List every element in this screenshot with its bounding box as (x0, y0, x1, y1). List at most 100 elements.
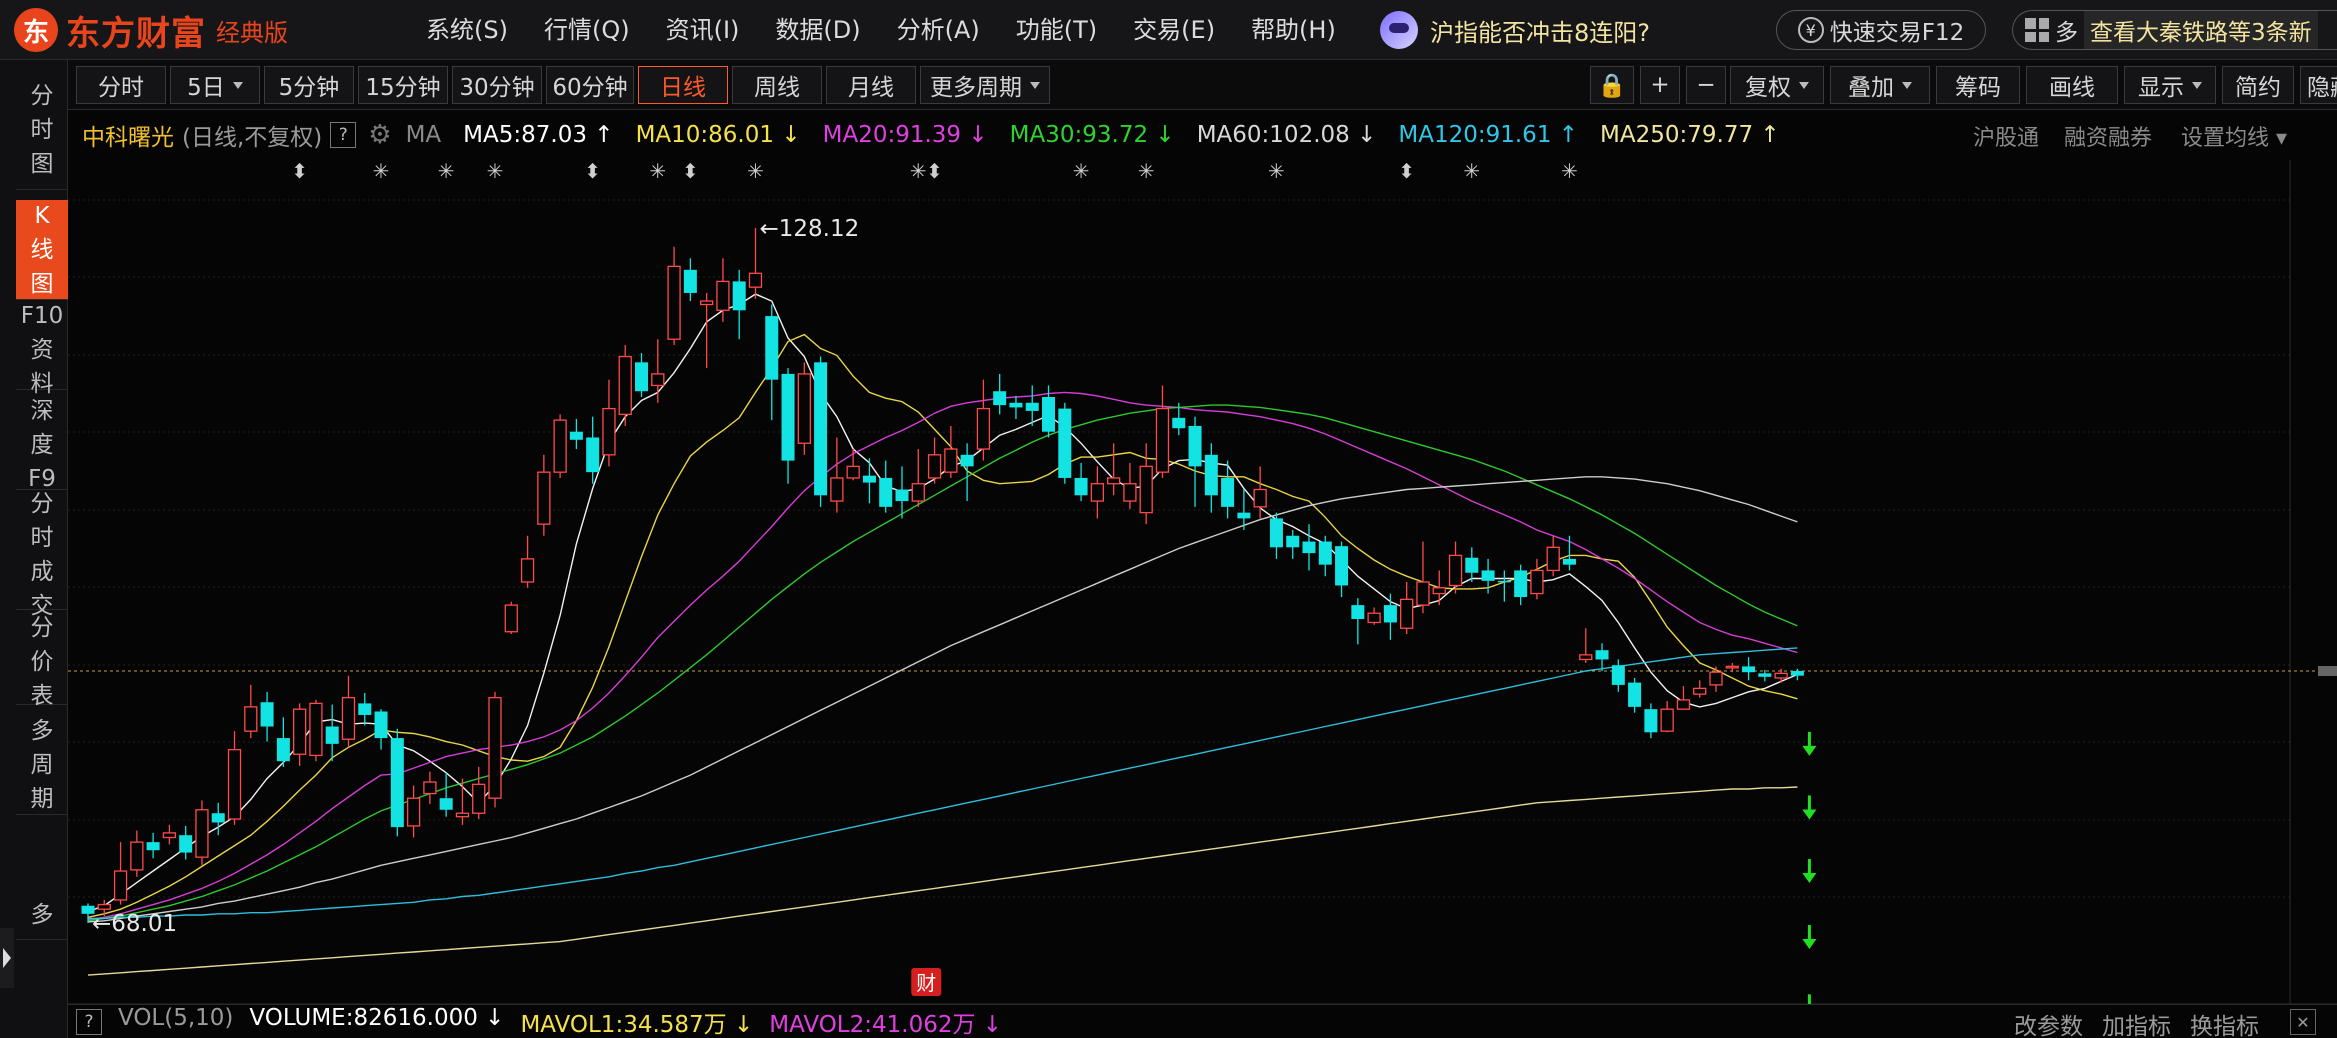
candle[interactable] (1269, 512, 1283, 559)
candle[interactable] (1562, 535, 1576, 571)
candle[interactable] (244, 684, 258, 739)
candle[interactable] (146, 832, 160, 859)
candle[interactable] (1383, 593, 1397, 640)
volume-link-2[interactable]: 换指标 (2190, 1007, 2259, 1038)
event-marker-icon[interactable]: ⬍ (926, 160, 943, 183)
assistant-robot-icon[interactable] (1380, 11, 1418, 49)
candle[interactable] (814, 356, 828, 507)
menu-item-7[interactable]: 帮助(H) (1233, 0, 1354, 60)
event-marker-icon[interactable]: ⬍ (291, 160, 308, 183)
candle[interactable] (227, 731, 242, 825)
candle[interactable] (1335, 541, 1349, 598)
candle[interactable] (1579, 628, 1593, 663)
menu-item-1[interactable]: 行情(Q) (526, 0, 648, 60)
candle[interactable] (195, 800, 209, 866)
candle[interactable] (911, 449, 925, 507)
overlay-button[interactable]: 叠加 (1830, 66, 1930, 104)
candle[interactable] (292, 703, 307, 766)
sidebar-item-5[interactable]: 分价表 (16, 615, 68, 709)
candle[interactable] (862, 458, 876, 504)
candle[interactable] (1611, 659, 1625, 692)
news-ticker[interactable]: 查看大秦铁路等3条新 (2084, 11, 2318, 49)
sidebar-item-0[interactable]: 分时图 (16, 70, 68, 190)
sell-signal-arrow-icon[interactable] (1802, 795, 1817, 820)
candle[interactable] (569, 418, 583, 450)
legend-link-0[interactable]: 沪股通 (1973, 120, 2039, 152)
candle[interactable] (113, 842, 128, 905)
candle[interactable] (651, 339, 665, 403)
event-marker-icon[interactable]: ✳ (1138, 160, 1155, 183)
candle[interactable] (699, 292, 714, 369)
candle[interactable] (1400, 582, 1414, 635)
candle[interactable] (1514, 564, 1528, 606)
candle[interactable] (1302, 524, 1316, 571)
financial-report-badge[interactable]: 财 (911, 968, 942, 996)
candle[interactable] (1465, 547, 1479, 582)
menu-item-5[interactable]: 功能(T) (998, 0, 1115, 60)
sidebar-item-6[interactable]: 多周期 (16, 715, 68, 815)
zoom-in-icon[interactable]: + (1640, 66, 1680, 104)
candle[interactable] (1660, 701, 1674, 733)
candle[interactable] (635, 353, 649, 398)
candle[interactable] (1790, 668, 1804, 681)
candle[interactable] (1139, 443, 1153, 525)
event-marker-icon[interactable]: ✳ (1463, 160, 1480, 183)
candle[interactable] (162, 824, 177, 845)
simple-button[interactable]: 简约 (2222, 66, 2294, 104)
restore-rights-button[interactable]: 复权 (1730, 66, 1824, 104)
period-tab-4[interactable]: 30分钟 (452, 66, 542, 104)
period-tab-7[interactable]: 周线 (732, 66, 822, 104)
hide-button[interactable]: 隐藏 (2300, 66, 2337, 104)
menu-item-0[interactable]: 系统(S) (408, 0, 526, 60)
chips-button[interactable]: 筹码 (1936, 66, 2020, 104)
candle[interactable] (1758, 669, 1772, 682)
candle[interactable] (553, 414, 567, 478)
candle[interactable] (537, 454, 551, 536)
event-marker-icon[interactable]: ✳ (487, 160, 504, 183)
candle[interactable] (830, 437, 844, 513)
candle[interactable] (179, 825, 193, 860)
candle[interactable] (1155, 385, 1170, 478)
candle[interactable] (1416, 541, 1430, 614)
candle[interactable] (1286, 529, 1300, 559)
candle[interactable] (1058, 402, 1072, 484)
candle[interactable] (927, 437, 942, 484)
candle[interactable] (1693, 680, 1707, 698)
period-tab-1[interactable]: 5日 (170, 66, 260, 104)
candle[interactable] (797, 362, 811, 455)
candle[interactable] (455, 778, 470, 825)
candle[interactable] (1546, 535, 1560, 577)
period-tab-9[interactable]: 更多周期 (920, 66, 1050, 104)
close-icon[interactable]: ✕ (2290, 1009, 2316, 1035)
candle[interactable] (960, 443, 974, 502)
candle[interactable] (276, 717, 290, 767)
candle[interactable] (1009, 395, 1023, 419)
news-headline[interactable]: 沪指能否冲击8连阳? (1380, 10, 1650, 50)
gear-icon[interactable]: ⚙ (368, 120, 391, 150)
candle[interactable] (1497, 570, 1511, 602)
candle[interactable] (1188, 416, 1202, 507)
lock-icon[interactable]: 🔒 (1590, 66, 1634, 104)
period-tab-0[interactable]: 分时 (76, 66, 166, 104)
candle[interactable] (1628, 677, 1642, 713)
event-marker-icon[interactable]: ✳ (438, 160, 455, 183)
candle[interactable] (488, 691, 502, 808)
event-marker-icon[interactable]: ✳ (373, 160, 390, 183)
candle[interactable] (944, 425, 958, 478)
candle[interactable] (1709, 666, 1723, 692)
sidebar-item-1[interactable]: K线图 (16, 200, 68, 300)
sell-signal-arrow-icon[interactable] (1802, 731, 1817, 756)
event-marker-icon[interactable]: ⬍ (584, 160, 601, 183)
volume-help-icon[interactable]: ? (76, 1008, 102, 1035)
candle[interactable] (439, 772, 453, 817)
sidebar-item-4[interactable]: 分时成交 (16, 491, 68, 619)
period-tab-2[interactable]: 5分钟 (264, 66, 354, 104)
event-markers[interactable]: ⬍ ✳ ✳ ✳ ⬍ ✳ ⬍ ✳ ✳ ⬍ ✳ ✳ ✳ ⬍ ✳ ✳财 (291, 160, 1817, 1004)
legend-link-2[interactable]: 设置均线 ▾ (2181, 120, 2287, 152)
period-tab-8[interactable]: 月线 (826, 66, 916, 104)
sidebar-item-3[interactable]: 深度 F9 (16, 398, 68, 492)
candle[interactable] (1367, 607, 1381, 625)
candle[interactable] (976, 379, 991, 461)
period-tab-3[interactable]: 15分钟 (358, 66, 448, 104)
menu-item-3[interactable]: 数据(D) (757, 0, 878, 60)
